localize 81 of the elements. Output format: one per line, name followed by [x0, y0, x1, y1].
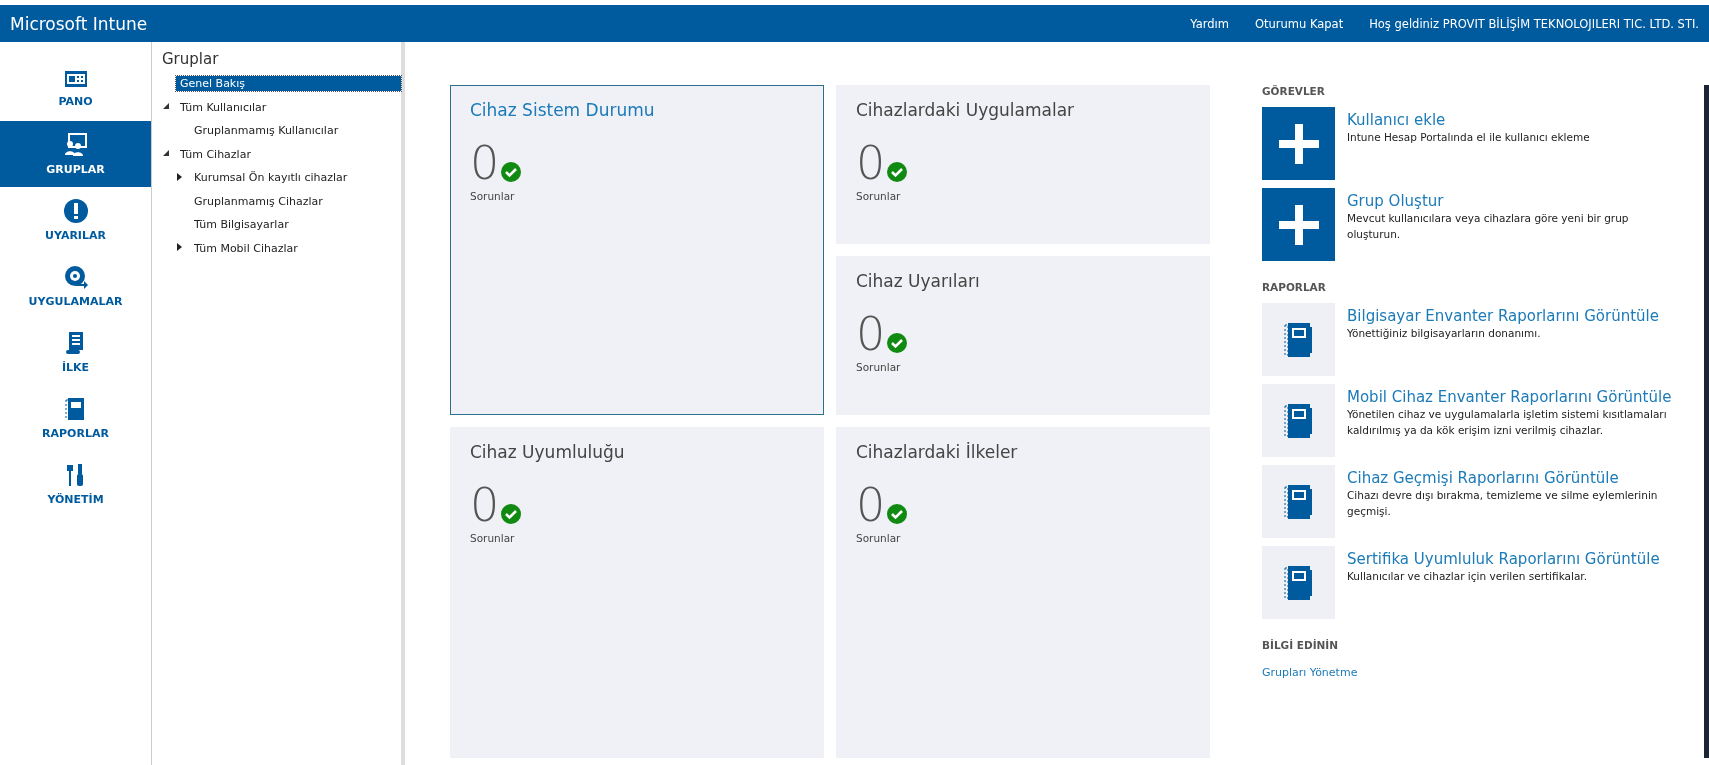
task-link[interactable]: Mobil Cihaz Envanter Raporlarını Görüntüle	[1347, 388, 1684, 406]
section-heading: BİLGİ EDİNİN	[1262, 639, 1340, 651]
tile-title: Cihaz Sistem Durumu	[470, 100, 656, 120]
tile-caption: Sorunlar	[856, 190, 902, 202]
check-icon	[501, 162, 522, 182]
nav-item[interactable]: GRUPLAR	[0, 121, 151, 187]
task-link[interactable]: Sertifika Uyumluluk Raporlarını Görüntüle	[1347, 550, 1660, 568]
tree-item[interactable]: Genel Bakış	[176, 76, 401, 92]
check-icon	[887, 162, 908, 182]
task-link[interactable]: Bilgisayar Envanter Raporlarını Görüntüle	[1347, 307, 1659, 325]
issue-count: 0	[856, 311, 886, 357]
add-tile[interactable]	[1262, 107, 1335, 180]
collapsed-triangle-icon[interactable]	[176, 172, 183, 181]
panel-title: Gruplar	[162, 50, 220, 68]
notebook-icon	[1283, 402, 1314, 439]
task-link[interactable]: Kullanıcı ekle	[1347, 111, 1590, 129]
notebook-icon	[1283, 483, 1314, 520]
status-tile[interactable]: Cihaz Uyumluluğu 0 Sorunlar	[450, 427, 824, 758]
task-description: Cihazı devre dışı bırakma, temizleme ve silme eylemlerinin geçmişi.	[1347, 488, 1659, 520]
check-icon	[887, 333, 908, 353]
plus-icon	[1278, 123, 1319, 164]
header-link[interactable]: Yardım	[1190, 16, 1229, 31]
status-tile[interactable]: Cihaz Uyarıları 0 Sorunlar	[836, 256, 1210, 415]
tile-caption: Sorunlar	[470, 190, 516, 202]
tree-item[interactable]: Gruplanmamış Cihazlar	[190, 193, 327, 209]
nav-item[interactable]: YÖNETİM	[0, 451, 151, 517]
report-tile[interactable]	[1262, 465, 1335, 538]
task-link[interactable]: Grup Oluştur	[1347, 192, 1684, 210]
nav-item[interactable]: İLKE	[0, 319, 151, 385]
report-tile[interactable]	[1262, 303, 1335, 376]
notebook-icon	[1283, 321, 1314, 358]
nav-item[interactable]: UYGULAMALAR	[0, 253, 151, 319]
notebook-icon	[64, 396, 87, 421]
section-heading: RAPORLAR	[1262, 281, 1327, 293]
task-description: Kullanıcılar ve cihazlar için verilen sertifikalar.	[1347, 569, 1588, 584]
tree-item[interactable]: Tüm Kullanıcılar	[176, 99, 271, 115]
task-description: Mevcut kullanıcılara veya cihazlara göre yeni bir grup oluşturun.	[1347, 211, 1630, 243]
tree-item[interactable]: Gruplanmamış Kullanıcılar	[190, 123, 343, 139]
group-icon	[63, 132, 88, 157]
tree-item[interactable]: Tüm Cihazlar	[176, 146, 255, 162]
report-tile[interactable]	[1262, 546, 1335, 619]
header-link[interactable]: Oturumu Kapat	[1254, 16, 1344, 31]
check-icon	[887, 504, 908, 524]
tree-item[interactable]: Tüm Mobil Cihazlar	[190, 240, 302, 256]
tile-caption: Sorunlar	[856, 361, 902, 373]
tile-title: Cihazlardaki İlkeler	[856, 442, 1019, 462]
tile-title: Cihaz Uyumluluğu	[470, 442, 626, 462]
expanded-triangle-icon[interactable]	[162, 102, 169, 111]
alert-icon	[63, 198, 88, 223]
nav-item[interactable]: RAPORLAR	[0, 385, 151, 451]
nav-item[interactable]: UYARILAR	[0, 187, 151, 253]
task-description: Intune Hesap Portalında el ile kullanıcı ekleme	[1347, 130, 1590, 145]
issue-count: 0	[856, 140, 886, 186]
issue-count: 0	[470, 482, 500, 528]
expanded-triangle-icon[interactable]	[162, 149, 169, 158]
task-description: Yönetilen cihaz ve uygulamalarla işletim sistemi kısıtlamaları kaldırılmış ya da kök erişim izni verilmiş cihazlar.	[1347, 407, 1668, 439]
nav-item[interactable]: PANO	[0, 55, 151, 121]
task-link[interactable]: Cihaz Geçmişi Raporlarını Görüntüle	[1347, 469, 1684, 487]
app-title: Microsoft Intune	[10, 13, 149, 34]
tile-title: Cihazlardaki Uygulamalar	[856, 100, 1076, 120]
dashboard-icon	[63, 68, 88, 89]
status-tile[interactable]: Cihazlardaki İlkeler 0 Sorunlar	[836, 427, 1210, 758]
tree-item[interactable]: Kurumsal Ön kayıtlı cihazlar	[190, 170, 352, 186]
tile-caption: Sorunlar	[470, 532, 516, 544]
task-description: Yönettiğiniz bilgisayarların donanımı.	[1347, 326, 1542, 341]
help-link[interactable]: Grupları Yönetme	[1262, 666, 1358, 679]
add-tile[interactable]	[1262, 188, 1335, 261]
status-tile[interactable]: Cihaz Sistem Durumu 0 Sorunlar	[450, 85, 824, 415]
collapsed-triangle-icon[interactable]	[176, 243, 183, 252]
section-heading: GÖREVLER	[1262, 85, 1326, 97]
check-icon	[501, 504, 522, 524]
issue-count: 0	[856, 482, 886, 528]
issue-count: 0	[470, 140, 500, 186]
plus-icon	[1278, 204, 1319, 245]
notebook-icon	[1283, 564, 1314, 601]
status-tile[interactable]: Cihazlardaki Uygulamalar 0 Sorunlar	[836, 85, 1210, 244]
tile-caption: Sorunlar	[856, 532, 902, 544]
report-tile[interactable]	[1262, 384, 1335, 457]
welcome-text: Hoş geldiniz PROVIT BİLİŞİM TEKNOLOJILERI TIC. LTD. STI.	[1369, 16, 1699, 31]
tile-title: Cihaz Uyarıları	[856, 271, 981, 291]
tree-item[interactable]: Tüm Bilgisayarlar	[190, 217, 293, 233]
